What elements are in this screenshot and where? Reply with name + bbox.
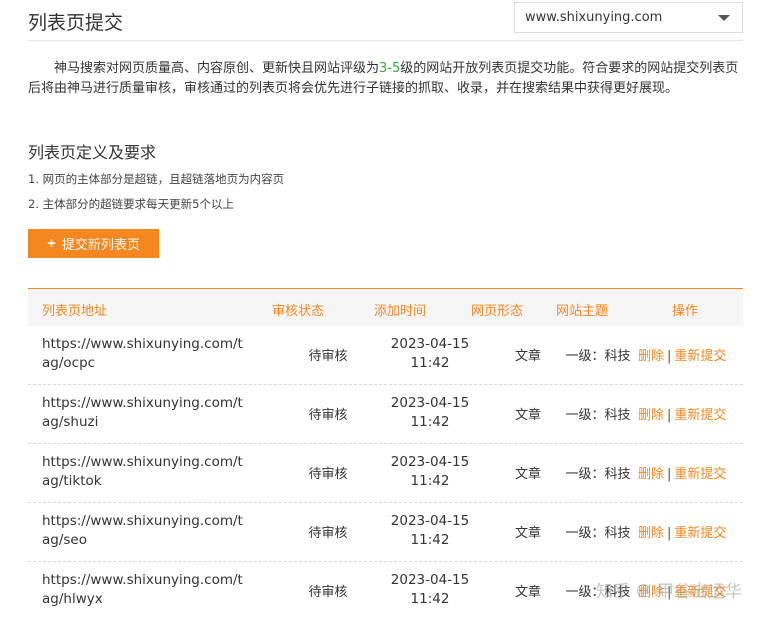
intro-text: 神马搜索对网页质量高、内容原创、更新快且网站评级为3-5级的网站开放列表页提交功…: [28, 59, 744, 99]
column-header-time: 添加时间: [374, 304, 427, 319]
list-page-table: 列表页地址 审核状态 添加时间 网页形态 网站主题 操作 https://www…: [28, 288, 743, 620]
resubmit-link[interactable]: 重新提交: [674, 349, 726, 364]
intro-before: 神马搜索对网页质量高、内容原创、更新快且网站评级为: [54, 61, 380, 76]
row-date: 2023-04-15: [390, 395, 470, 411]
action-separator: |: [667, 467, 672, 482]
row-time: 11:42: [410, 414, 450, 430]
row-time: 11:42: [410, 473, 450, 489]
row-actions: 删除 | 重新提交: [638, 345, 738, 364]
action-separator: |: [667, 349, 672, 364]
chevron-down-icon: [718, 15, 730, 21]
delete-link[interactable]: 删除: [638, 467, 664, 482]
row-url: https://www.shixunying.com/tag/tiktok: [42, 454, 243, 489]
column-header-ops: 操作: [672, 304, 699, 319]
table-row: https://www.shixunying.com/tag/tiktok 待审…: [28, 444, 743, 503]
delete-link[interactable]: 删除: [638, 349, 664, 364]
column-header-status: 审核状态: [272, 304, 325, 319]
row-added-time: 2023-04-15 11:42: [374, 512, 486, 550]
row-date: 2023-04-15: [390, 336, 470, 352]
row-date: 2023-04-15: [390, 454, 470, 470]
action-separator: |: [667, 526, 672, 541]
action-separator: |: [667, 408, 672, 423]
row-time: 11:42: [410, 591, 450, 607]
table-row: https://www.shixunying.com/tag/seo 待审核 2…: [28, 503, 743, 562]
row-date: 2023-04-15: [390, 513, 470, 529]
column-header-url: 列表页地址: [42, 304, 108, 319]
watermark-at: @: [636, 580, 651, 599]
intro-highlight: 3-5: [379, 61, 401, 76]
site-select[interactable]: www.shixunying.com: [514, 2, 743, 33]
row-time: 11:42: [410, 355, 450, 371]
requirement-item: 2. 主体部分的超链要求每天更新5个以上: [28, 197, 234, 211]
row-added-time: 2023-04-15 11:42: [374, 571, 486, 609]
column-header-form: 网页形态: [471, 304, 524, 319]
row-url: https://www.shixunying.com/tag/shuzi: [42, 395, 243, 430]
row-actions: 删除 | 重新提交: [638, 404, 738, 423]
row-status: 待审核: [308, 408, 348, 423]
resubmit-link[interactable]: 重新提交: [674, 526, 726, 541]
delete-link[interactable]: 删除: [638, 526, 664, 541]
row-status: 待审核: [308, 526, 348, 541]
row-added-time: 2023-04-15 11:42: [374, 453, 486, 491]
table-row: https://www.shixunying.com/tag/ocpc 待审核 …: [28, 326, 743, 385]
page-title: 列表页提交: [28, 12, 124, 34]
resubmit-link[interactable]: 重新提交: [674, 467, 726, 482]
row-url: https://www.shixunying.com/tag/hlwyx: [42, 572, 243, 607]
table-header: 列表页地址 审核状态 添加时间 网页形态 网站主题 操作: [28, 288, 743, 326]
column-header-topic: 网站主题: [556, 304, 609, 319]
row-url: https://www.shixunying.com/tag/seo: [42, 513, 243, 548]
requirement-item: 1. 网页的主体部分是超链，且超链落地页为内容页: [28, 172, 285, 186]
table-row: https://www.shixunying.com/tag/shuzi 待审核…: [28, 385, 743, 444]
row-added-time: 2023-04-15 11:42: [374, 335, 486, 373]
row-url: https://www.shixunying.com/tag/ocpc: [42, 336, 243, 371]
watermark-author: 甲谷出运华: [657, 582, 742, 602]
submit-button-label: 提交新列表页: [61, 237, 140, 252]
row-actions: 删除 | 重新提交: [638, 463, 738, 482]
delete-link[interactable]: 删除: [638, 408, 664, 423]
section-title: 列表页定义及要求: [28, 143, 157, 162]
watermark: 知乎 @ 甲谷出运华: [596, 577, 742, 603]
submit-new-list-page-button[interactable]: + 提交新列表页: [28, 229, 159, 258]
row-status: 待审核: [308, 585, 348, 600]
watermark-site: 知乎: [596, 582, 630, 602]
row-actions: 删除 | 重新提交: [638, 522, 738, 541]
resubmit-link[interactable]: 重新提交: [674, 408, 726, 423]
row-status: 待审核: [308, 467, 348, 482]
site-select-value: www.shixunying.com: [525, 10, 663, 25]
row-status: 待审核: [308, 349, 348, 364]
row-added-time: 2023-04-15 11:42: [374, 394, 486, 432]
row-date: 2023-04-15: [390, 572, 470, 588]
plus-icon: +: [47, 235, 56, 252]
row-time: 11:42: [410, 532, 450, 548]
